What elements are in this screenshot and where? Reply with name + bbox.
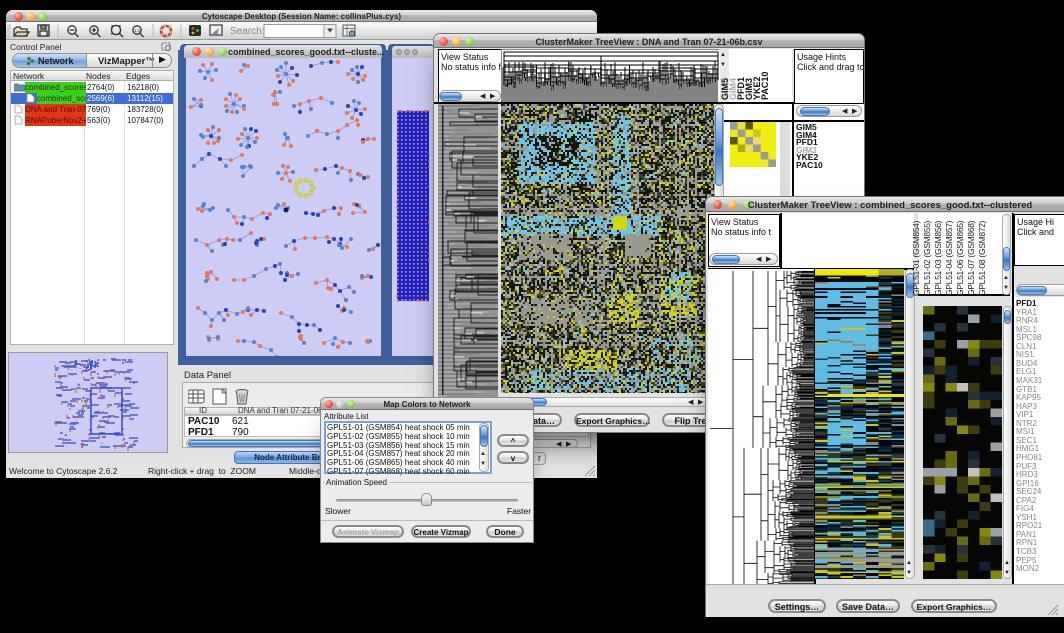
svg-text:1:1: 1:1 (134, 28, 141, 33)
svg-text:Search:: Search: (230, 26, 264, 37)
